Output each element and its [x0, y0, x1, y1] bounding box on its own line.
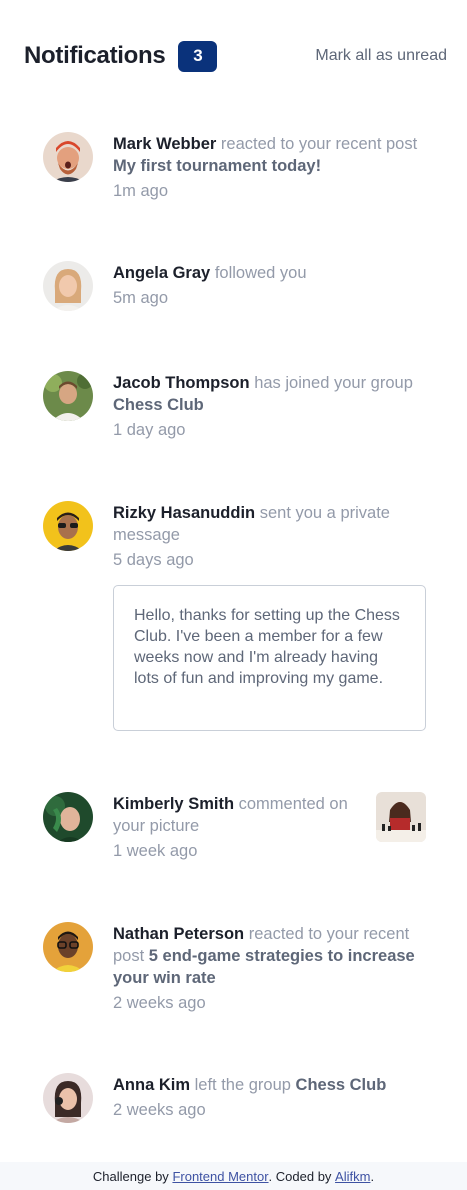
- avatar-angela-gray[interactable]: [43, 261, 93, 311]
- header: Notifications 3 Mark all as unread: [24, 40, 447, 72]
- notification-text: Rizky Hasanuddin sent you a private mess…: [113, 502, 429, 571]
- user-name[interactable]: Rizky Hasanuddin: [113, 504, 255, 522]
- notification-text: Nathan Peterson reacted to your recent p…: [113, 923, 429, 1014]
- group-link[interactable]: Chess Club: [296, 1076, 387, 1094]
- notification-action: reacted to your recent post: [220, 135, 418, 153]
- private-message-preview[interactable]: Hello, thanks for setting up the Chess C…: [113, 585, 426, 731]
- notification-text: Anna Kim left the group Chess Club 2 wee…: [113, 1074, 429, 1121]
- mark-all-as-read-button[interactable]: Mark all as unread: [315, 47, 447, 65]
- notification-text: Jacob Thompson has joined your group Che…: [113, 372, 429, 441]
- avatar-jacob-thompson[interactable]: [43, 371, 93, 421]
- post-link[interactable]: My first tournament today!: [113, 157, 321, 175]
- chess-picture[interactable]: [376, 792, 426, 842]
- avatar-anna-kim[interactable]: [43, 1073, 93, 1123]
- user-name[interactable]: Anna Kim: [113, 1076, 190, 1094]
- frontend-mentor-link[interactable]: Frontend Mentor: [172, 1169, 268, 1184]
- unread-count-badge: 3: [178, 40, 218, 72]
- avatar-nathan-peterson[interactable]: [43, 922, 93, 972]
- avatar-rizky-hasanuddin[interactable]: [43, 501, 93, 551]
- page-title: Notifications: [24, 42, 166, 69]
- user-name[interactable]: Nathan Peterson: [113, 925, 244, 943]
- attribution-middle: . Coded by: [268, 1168, 332, 1184]
- author-link[interactable]: Alifkm: [335, 1169, 370, 1184]
- attribution-suffix: .: [370, 1168, 375, 1184]
- notification-time: 1m ago: [113, 182, 169, 200]
- avatar-kimberly-smith[interactable]: [43, 792, 93, 842]
- attribution-footer: Challenge by Frontend Mentor. Coded by A…: [0, 1162, 467, 1190]
- notification-time: 1 day ago: [113, 421, 186, 439]
- notifications-card: Notifications 3 Mark all as unread Mark …: [0, 0, 467, 1162]
- notification-time: 5m ago: [113, 289, 169, 307]
- notification-text: Mark Webber reacted to your recent post …: [113, 133, 429, 202]
- attribution-prefix: Challenge by: [92, 1168, 169, 1184]
- user-name[interactable]: Mark Webber: [113, 135, 216, 153]
- post-link[interactable]: 5 end-game strategies to increase your w…: [113, 947, 415, 987]
- avatar-mark-webber[interactable]: [43, 132, 93, 182]
- user-name[interactable]: Kimberly Smith: [113, 795, 234, 813]
- notification-text: Kimberly Smith commented on your picture…: [113, 793, 353, 862]
- notification-time: 1 week ago: [113, 842, 198, 860]
- notification-action: left the group: [194, 1076, 291, 1094]
- notification-action: has joined your group: [254, 374, 413, 392]
- notification-time: 2 weeks ago: [113, 994, 206, 1012]
- notification-time: 5 days ago: [113, 551, 194, 569]
- user-name[interactable]: Angela Gray: [113, 264, 210, 282]
- notification-action: followed you: [214, 264, 307, 282]
- user-name[interactable]: Jacob Thompson: [113, 374, 250, 392]
- notification-text: Angela Gray followed you 5m ago: [113, 262, 429, 309]
- group-link[interactable]: Chess Club: [113, 396, 204, 414]
- notification-time: 2 weeks ago: [113, 1101, 206, 1119]
